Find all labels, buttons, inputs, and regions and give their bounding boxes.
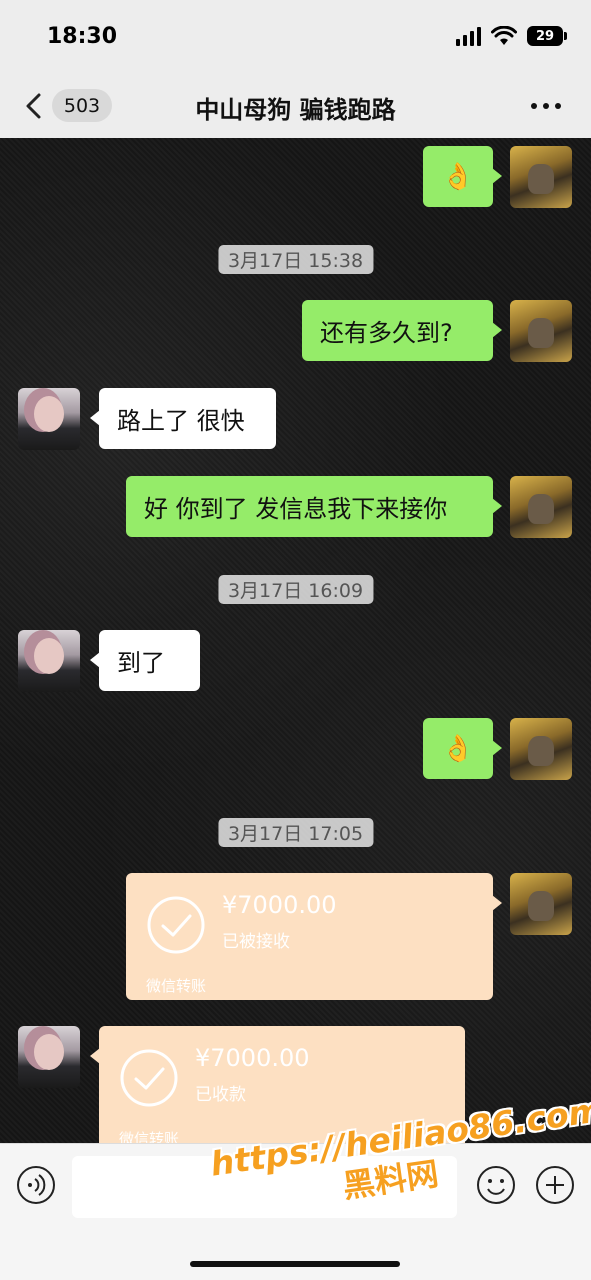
- avatar-self[interactable]: [510, 873, 572, 935]
- message-sent[interactable]: 还有多久到?: [302, 300, 502, 361]
- transfer-status: 已收款: [195, 1085, 246, 1105]
- emoji-icon[interactable]: [476, 1165, 516, 1205]
- input-bar: [0, 1143, 591, 1280]
- check-icon: [120, 1049, 178, 1107]
- voice-icon[interactable]: [16, 1165, 56, 1205]
- timestamp: 3月17日 15:38: [217, 245, 374, 274]
- transfer-card-received[interactable]: ¥7000.00 已收款 微信转账: [90, 1026, 465, 1143]
- status-icons: 29: [456, 26, 567, 46]
- timestamp: 3月17日 17:05: [217, 818, 374, 847]
- message-sent-emoji[interactable]: 👌: [423, 146, 502, 207]
- signal-icon: [456, 26, 481, 46]
- avatar-contact[interactable]: [18, 388, 80, 450]
- transfer-card-sent[interactable]: ¥7000.00 已被接收 微信转账: [126, 873, 502, 1000]
- timestamp: 3月17日 16:09: [217, 575, 374, 604]
- chat-area[interactable]: 👌 3月17日 15:38 还有多久到? 路上了 很快 好 你到了 发信息我下来…: [0, 138, 591, 1143]
- avatar-contact[interactable]: [18, 1026, 80, 1088]
- transfer-amount: ¥7000.00: [222, 891, 337, 919]
- check-icon: [147, 896, 205, 954]
- transfer-amount: ¥7000.00: [195, 1044, 310, 1072]
- status-time: 18:30: [47, 24, 118, 49]
- message-input[interactable]: [72, 1156, 457, 1218]
- avatar-self[interactable]: [510, 300, 572, 362]
- plus-icon[interactable]: [535, 1165, 575, 1205]
- transfer-label: 微信转账: [146, 977, 207, 995]
- avatar-self[interactable]: [510, 476, 572, 538]
- home-indicator: [190, 1261, 400, 1267]
- message-received[interactable]: 路上了 很快: [90, 388, 276, 449]
- transfer-status: 已被接收: [222, 932, 290, 952]
- chat-title: 中山母狗 骗钱跑路: [195, 96, 396, 124]
- more-icon[interactable]: [531, 103, 561, 109]
- top-bar: 18:30 29 503 中山母狗 骗钱跑路: [0, 0, 591, 138]
- message-sent-emoji[interactable]: 👌: [423, 718, 502, 779]
- avatar-self[interactable]: [510, 146, 572, 208]
- avatar-contact[interactable]: [18, 630, 80, 692]
- battery-icon: 29: [527, 26, 567, 46]
- wifi-icon: [491, 26, 517, 45]
- message-received[interactable]: 到了: [90, 630, 200, 691]
- transfer-label: 微信转账: [119, 1130, 180, 1143]
- message-sent[interactable]: 好 你到了 发信息我下来接你: [126, 476, 502, 537]
- avatar-self[interactable]: [510, 718, 572, 780]
